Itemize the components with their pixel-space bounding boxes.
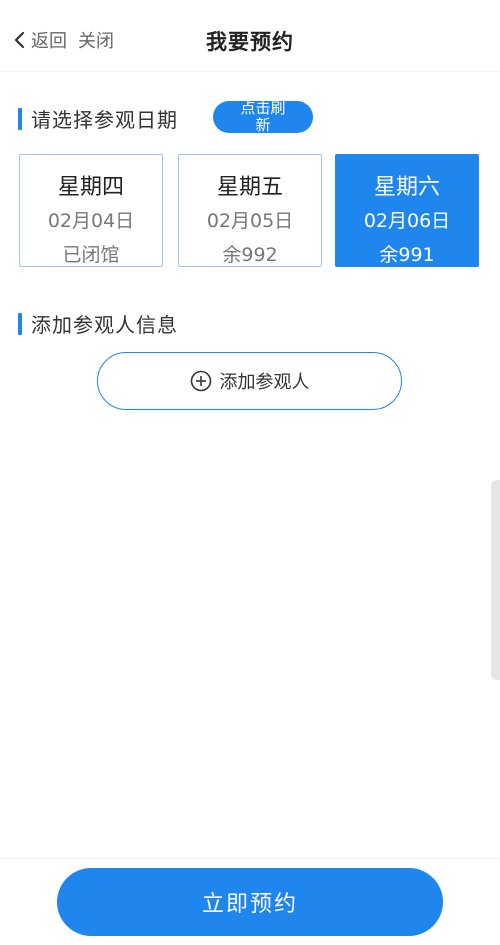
- refresh-button[interactable]: 点击刷新: [213, 101, 313, 133]
- card-weekday: 星期五: [216, 175, 283, 200]
- date-card-thursday[interactable]: 星期四 02月04日 已闭馆: [19, 154, 163, 267]
- section-accent-bar: [18, 107, 22, 130]
- date-section-title: 请选择参观日期: [18, 104, 178, 133]
- page-title: 我要预约: [206, 30, 294, 54]
- card-weekday: 星期六: [373, 175, 440, 200]
- date-card-saturday-selected[interactable]: 星期六 02月06日 余991: [335, 154, 479, 267]
- submit-reservation-button[interactable]: 立即预约: [57, 868, 443, 936]
- header-bar: 返回 关闭 我要预约: [0, 0, 500, 72]
- visitor-section-title: 添加参观人信息: [18, 309, 178, 338]
- add-visitor-label: 添加参观人: [219, 372, 310, 393]
- plus-circle-icon: [190, 370, 211, 392]
- card-date: 02月06日: [363, 210, 451, 232]
- date-section-label: 请选择参观日期: [31, 108, 178, 132]
- card-date: 02月05日: [206, 210, 294, 232]
- card-status: 余992: [222, 244, 278, 266]
- visitor-section-label: 添加参观人信息: [31, 313, 178, 337]
- section-accent-bar: [18, 312, 22, 335]
- card-status: 已闭馆: [62, 244, 120, 266]
- card-weekday: 星期四: [57, 175, 124, 200]
- card-date: 02月04日: [47, 210, 135, 232]
- scrollbar[interactable]: [491, 480, 500, 680]
- card-status: 余991: [379, 244, 435, 266]
- add-visitor-button[interactable]: 添加参观人: [97, 352, 402, 410]
- date-card-friday[interactable]: 星期五 02月05日 余992: [178, 154, 322, 267]
